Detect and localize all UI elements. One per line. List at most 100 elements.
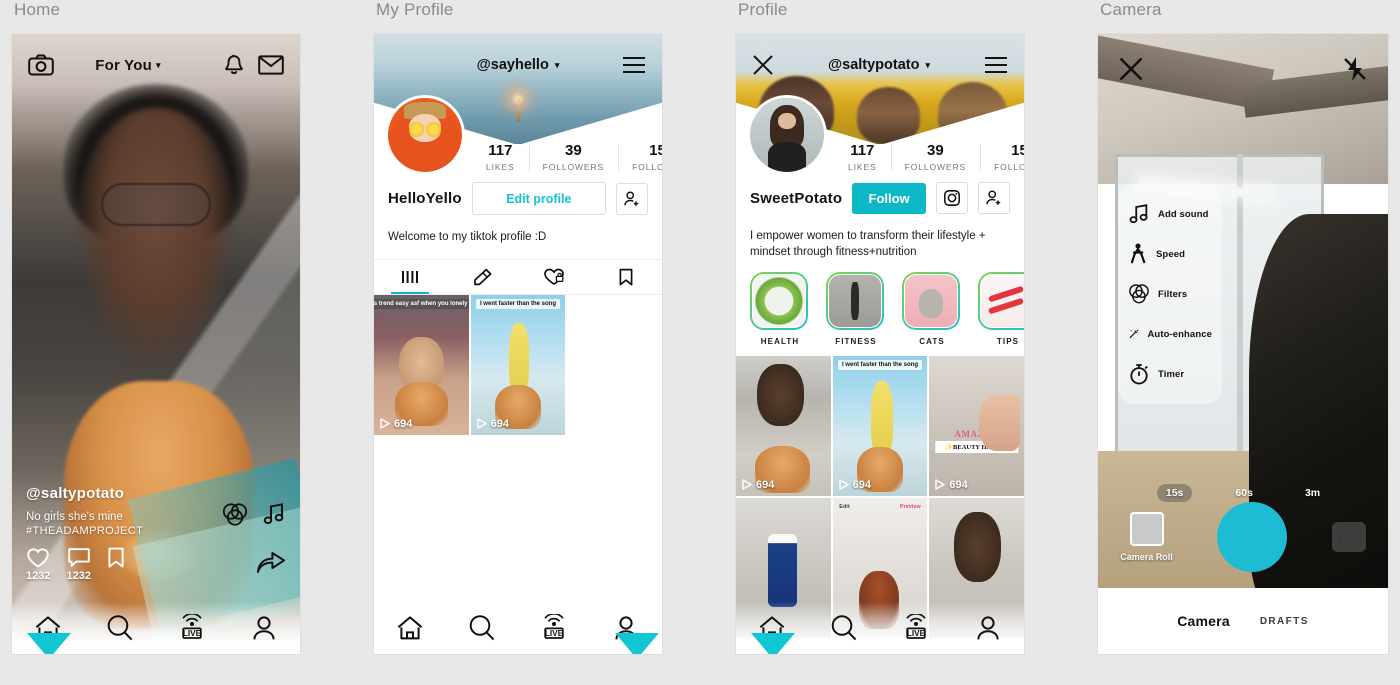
bottom-tabbar-home: LIVE <box>12 602 300 654</box>
stat-likes[interactable]: 117 LIKES <box>834 142 891 172</box>
avatar[interactable] <box>750 98 824 172</box>
tab-profile[interactable] <box>971 611 1005 645</box>
decor-face <box>75 108 237 369</box>
profile-display-name: SweetPotato <box>750 189 843 207</box>
option-timer[interactable]: Timer <box>1118 354 1222 394</box>
tab-discover[interactable] <box>103 611 137 645</box>
view-count-value: 694 <box>949 478 968 491</box>
profile-handle[interactable]: @saltypotato ▾ <box>774 57 984 73</box>
screen-my-profile: My Profile @sayhello ▾ 117 LIKES 39 FOLL… <box>374 0 662 654</box>
phone-camera: Add sound Speed Filters Auto-enhance Tim… <box>1098 34 1388 654</box>
phone-profile: @saltypotato ▾ 117 LIKES 39 FOLLOWERS 15… <box>736 34 1024 654</box>
camera-roll-button[interactable]: Camera Roll <box>1120 512 1173 562</box>
camera-options-panel: Add sound Speed Filters Auto-enhance Tim… <box>1118 184 1222 404</box>
option-label: Auto-enhance <box>1147 328 1212 340</box>
tab-live[interactable]: LIVE <box>899 611 933 645</box>
video-action-row: 1232 1232 <box>26 547 143 582</box>
tab-home[interactable] <box>751 611 795 654</box>
tab-live[interactable]: LIVE <box>537 611 571 645</box>
effects-circles-icon[interactable] <box>222 502 248 526</box>
view-count-value: 694 <box>394 417 413 430</box>
tab-live[interactable]: LIVE <box>175 611 209 645</box>
for-you-tab[interactable]: For You ▾ <box>46 57 210 74</box>
hamburger-menu-icon[interactable] <box>984 56 1008 74</box>
profile-stats: 117 LIKES 39 FOLLOWERS 155 FOLLOWING <box>834 142 1024 172</box>
profile-display-name: HelloYello <box>388 190 462 207</box>
stat-value: 39 <box>565 142 582 159</box>
option-speed[interactable]: Speed <box>1118 234 1222 274</box>
like-button[interactable]: 1232 <box>26 547 50 582</box>
flash-off-icon[interactable] <box>1342 56 1368 82</box>
kitten-icon <box>904 274 958 328</box>
tab-home[interactable] <box>393 611 427 645</box>
decor-head <box>953 511 1002 582</box>
camera-top-bar <box>1098 34 1388 104</box>
video-author-handle[interactable]: @saltypotato <box>26 485 143 502</box>
profile-handle[interactable]: @sayhello ▾ <box>414 57 622 73</box>
share-button[interactable] <box>256 552 286 576</box>
follow-button[interactable]: Follow <box>852 182 926 214</box>
highlight-cover <box>750 272 808 330</box>
stat-likes[interactable]: 117 LIKES <box>472 142 529 172</box>
camera-roll-label: Camera Roll <box>1120 552 1173 562</box>
highlight-item[interactable]: HEALTH <box>750 272 810 346</box>
chevron-down-icon: ▾ <box>925 59 930 70</box>
avatar[interactable] <box>388 98 462 172</box>
video-cell[interactable]: I went faster than the song 694 <box>470 295 566 435</box>
bookmark-button[interactable] <box>107 547 125 569</box>
stat-following[interactable]: 155 FOLLOWING <box>980 142 1024 172</box>
video-cell[interactable]: I went faster than the song 694 <box>832 356 928 496</box>
svg-text:LIVE: LIVE <box>545 629 564 638</box>
tab-profile[interactable] <box>247 611 281 645</box>
option-auto-enhance[interactable]: Auto-enhance <box>1118 314 1222 354</box>
tab-home[interactable] <box>27 611 71 654</box>
mode-camera[interactable]: Camera <box>1177 613 1230 629</box>
video-cell[interactable]: 694 <box>736 356 831 496</box>
tab-profile[interactable] <box>609 611 659 654</box>
screen-label-home: Home <box>14 0 61 19</box>
stat-following[interactable]: 155 FOLLOWING <box>618 142 662 172</box>
close-x-icon[interactable] <box>752 54 774 76</box>
comment-button[interactable]: 1232 <box>66 547 91 582</box>
video-overlay-text: Edit Preview <box>839 503 921 510</box>
record-button[interactable] <box>1217 502 1288 572</box>
highlight-item[interactable]: CATS <box>902 272 962 346</box>
envelope-icon[interactable] <box>258 55 284 75</box>
video-cell[interactable]: This trend easy asf when you lonely asf … <box>374 295 469 435</box>
tab-drafts[interactable] <box>446 260 518 294</box>
mode-drafts[interactable]: DRAFTS <box>1260 616 1309 627</box>
view-count-value: 694 <box>756 478 775 491</box>
highlight-item[interactable]: FITNESS <box>826 272 886 346</box>
music-note-icon[interactable] <box>262 502 286 526</box>
tab-liked[interactable] <box>518 260 590 294</box>
edit-profile-button[interactable]: Edit profile <box>471 182 606 215</box>
bell-icon[interactable] <box>224 54 244 76</box>
stat-followers[interactable]: 39 FOLLOWERS <box>890 142 980 172</box>
stat-followers[interactable]: 39 FOLLOWERS <box>528 142 618 172</box>
instagram-icon[interactable] <box>936 182 968 214</box>
option-add-sound[interactable]: Add sound <box>1118 194 1222 234</box>
stat-value: 117 <box>850 142 875 159</box>
decor-mullion <box>1237 154 1244 474</box>
highlight-label: FITNESS <box>835 337 877 346</box>
tab-videos[interactable] <box>374 260 446 294</box>
add-person-icon[interactable] <box>616 182 648 215</box>
workout-pose-icon <box>828 274 882 328</box>
tab-discover[interactable] <box>465 611 499 645</box>
chevron-down-icon: ▾ <box>554 59 560 70</box>
close-x-icon[interactable] <box>1118 56 1144 82</box>
tab-saved[interactable] <box>590 260 662 294</box>
video-hashtag[interactable]: #THEADAMPROJECT <box>26 525 143 537</box>
highlight-item[interactable]: TIPS <box>978 272 1024 346</box>
option-filters[interactable]: Filters <box>1118 274 1222 314</box>
feed-right-icons <box>222 502 286 526</box>
flip-camera-icon[interactable] <box>1331 522 1366 552</box>
add-person-icon[interactable] <box>978 182 1010 214</box>
tab-discover[interactable] <box>827 611 861 645</box>
svg-text:LIVE: LIVE <box>907 629 926 638</box>
video-cell[interactable]: AMAZON ✨BEAUTY HAUL✨ 694 <box>929 356 1024 496</box>
profile-handle-text: @sayhello <box>476 57 549 73</box>
feed-top-bar: For You ▾ <box>12 34 300 96</box>
hamburger-menu-icon[interactable] <box>622 56 646 74</box>
camera-mode-bar: Camera DRAFTS <box>1098 588 1388 654</box>
